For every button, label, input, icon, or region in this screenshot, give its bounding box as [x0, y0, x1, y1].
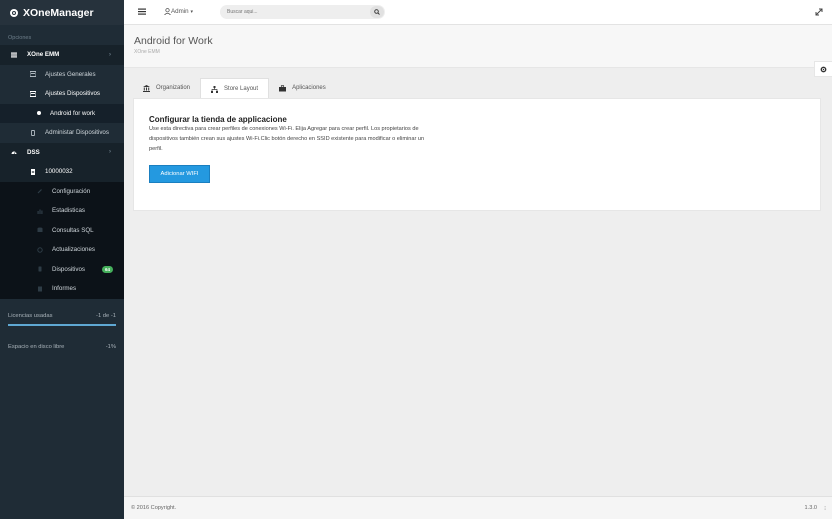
- sidebar-section-label: Opciones: [8, 35, 32, 41]
- sidebar-item-label: DSS: [27, 148, 40, 156]
- sidebar-item-xone-emm[interactable]: XOne EMM ›: [0, 45, 124, 65]
- sidebar-item-label: Configuración: [52, 187, 91, 195]
- footer: © 2016 Copyright. 1.3.0 ⁝: [124, 496, 832, 519]
- sidebar-item-dispositivos[interactable]: Dispositivos 64: [0, 259, 124, 279]
- copyright-text: © 2016 Copyright.: [131, 505, 177, 511]
- stat-label: Espacio en disco libre: [8, 343, 65, 350]
- refresh-icon: [37, 247, 43, 253]
- tab-label: Organization: [156, 85, 191, 91]
- stat-disco: Espacio en disco libre -1%: [0, 344, 124, 350]
- breadcrumb: XOne EMM: [134, 49, 160, 55]
- caret-down-icon: ▾: [190, 8, 194, 15]
- stat-value: -1 de -1: [96, 313, 116, 319]
- bank-icon: [143, 84, 150, 92]
- page-header: Android for Work XOne EMM: [124, 25, 832, 68]
- sitemap-icon: [211, 85, 219, 93]
- chart-icon: [37, 209, 43, 214]
- sidebar-item-label: Dispositivos: [52, 265, 86, 273]
- sidebar-item-label: Estadisticas: [52, 207, 86, 215]
- store-layout-panel: Configurar la tienda de applicacione Use…: [133, 98, 821, 211]
- sidebar-item-ajustes-dispositivos[interactable]: Ajustes Dispositivos: [0, 84, 124, 104]
- sidebar-nav: XOne EMM › Ajustes Generales Ajustes Dis…: [0, 45, 124, 299]
- gear-icon: [10, 8, 18, 17]
- count-badge: 64: [101, 265, 113, 273]
- card-icon: [30, 90, 36, 97]
- briefcase-icon: [279, 84, 287, 91]
- sidebar-item-informes[interactable]: Informes: [0, 279, 124, 299]
- licencias-progress-bar: [8, 324, 116, 326]
- search-icon: [374, 9, 380, 15]
- expand-icon[interactable]: [815, 8, 823, 16]
- panel-description: Use esta directiva para crear perfiles d…: [149, 126, 425, 152]
- sidebar-stats: Licencias usadas -1 de -1 Espacio en dis…: [0, 313, 124, 350]
- version-text: 1.3.0: [804, 505, 817, 511]
- sidebar-item-label: Informes: [52, 285, 77, 293]
- menu-toggle-icon[interactable]: [138, 8, 146, 17]
- document-icon: [38, 286, 42, 292]
- tab-bar: Organization Store Layout Aplicaciones: [133, 78, 336, 99]
- search-button[interactable]: [370, 6, 384, 18]
- info-icon[interactable]: ⁝: [824, 505, 826, 512]
- sidebar-item-label: Ajustes Generales: [45, 70, 96, 78]
- database-icon: [37, 227, 43, 233]
- search-input[interactable]: [227, 8, 357, 16]
- panel-title: Configurar la tienda de applicacione: [149, 115, 287, 124]
- top-bar: Admin ▾: [124, 0, 832, 25]
- sidebar-item-10000032[interactable]: 10000032: [0, 162, 124, 182]
- sidebar-item-estadisticas[interactable]: Estadisticas: [0, 201, 124, 221]
- file-icon: [31, 168, 35, 175]
- active-dot-icon: [37, 111, 41, 116]
- sidebar-item-label: Ajustes Dispositivos: [45, 90, 101, 98]
- gear-icon: [820, 66, 827, 72]
- stat-value: -1%: [105, 343, 116, 350]
- sidebar-item-label: Android for work: [50, 109, 96, 117]
- brand-name: XOneManager: [23, 6, 94, 19]
- sidebar-item-configuracion[interactable]: Configuración: [0, 181, 124, 201]
- sidebar-item-ajustes-generales[interactable]: Ajustes Generales: [0, 64, 124, 84]
- user-name: Admin: [171, 8, 189, 15]
- sidebar-item-label: Actualizaciones: [52, 246, 95, 254]
- stat-label: Licencias usadas: [8, 313, 53, 319]
- user-icon: [164, 8, 171, 15]
- card-icon: [30, 71, 36, 78]
- stat-licencias: Licencias usadas -1 de -1: [0, 313, 124, 319]
- search-box: [220, 5, 385, 19]
- chevron-right-icon: ›: [109, 51, 111, 58]
- sidebar-item-administar-dispositivos[interactable]: Administar Dispositivos: [0, 123, 124, 143]
- device-icon: [31, 129, 35, 136]
- sidebar: XOneManager Opciones XOne EMM › Ajustes …: [0, 0, 124, 519]
- sidebar-item-label: XOne EMM: [27, 51, 60, 59]
- tab-label: Aplicaciones: [292, 85, 326, 91]
- page-title: Android for Work: [134, 35, 213, 47]
- dashboard-icon: [11, 151, 17, 155]
- sidebar-item-label: Administar Dispositivos: [45, 129, 109, 137]
- tab-label: Store Layout: [224, 86, 259, 92]
- sidebar-item-dss[interactable]: DSS ›: [0, 142, 124, 162]
- sidebar-item-label: 10000032: [45, 168, 73, 176]
- list-icon: [11, 52, 17, 58]
- sidebar-item-label: Consultas SQL: [52, 226, 94, 234]
- brand[interactable]: XOneManager: [0, 0, 124, 25]
- settings-toggle[interactable]: [814, 61, 832, 77]
- tab-aplicaciones[interactable]: Aplicaciones: [269, 78, 336, 98]
- device-icon: [38, 266, 42, 272]
- chevron-right-icon: ›: [109, 149, 111, 156]
- sidebar-item-actualizaciones[interactable]: Actualizaciones: [0, 240, 124, 260]
- add-wifi-button[interactable]: Adicionar WIFI: [149, 165, 210, 183]
- tab-store-layout[interactable]: Store Layout: [200, 78, 270, 99]
- wrench-icon: [37, 189, 42, 194]
- tab-organization[interactable]: Organization: [133, 78, 200, 98]
- sidebar-item-consultas-sql[interactable]: Consultas SQL: [0, 220, 124, 240]
- user-menu[interactable]: Admin ▾: [164, 8, 193, 15]
- sidebar-item-android-for-work[interactable]: Android for work: [0, 103, 124, 123]
